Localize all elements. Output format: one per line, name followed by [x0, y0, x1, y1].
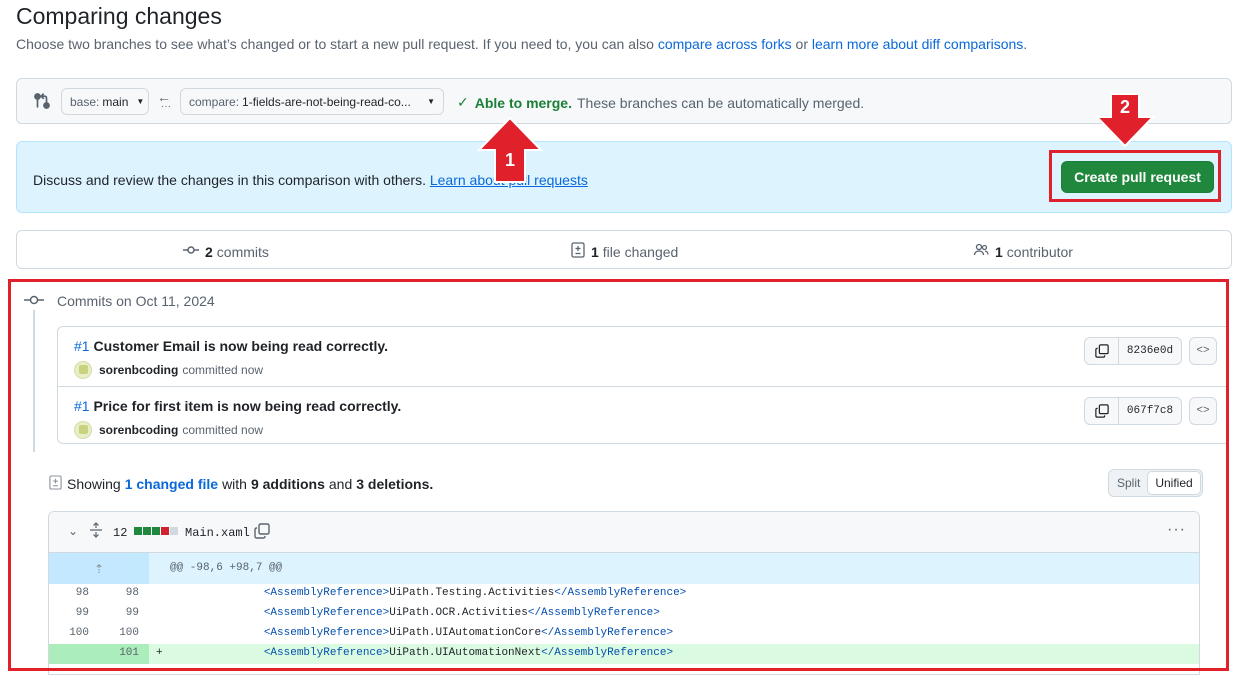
- check-icon: ✓: [457, 94, 469, 110]
- compare-prefix: compare:: [189, 94, 240, 109]
- comparison-summary: 2 commits 1 file changed 1 contributor: [16, 230, 1232, 269]
- ellipsis-icon: ···: [161, 101, 171, 112]
- files-count: 1: [591, 243, 599, 260]
- compare-branch-select[interactable]: compare: 1-fields-are-not-being-read-co..…: [180, 88, 444, 115]
- merge-status: ✓ Able to merge. These branches can be a…: [457, 94, 864, 111]
- annotation-label-1: 1: [505, 150, 515, 170]
- subtitle-or: or: [791, 36, 812, 52]
- contributors-label: contributor: [1006, 243, 1073, 260]
- people-icon: [973, 242, 989, 261]
- page-title: Comparing changes: [16, 3, 222, 29]
- range-editor: base: main ▼ ← ··· compare: 1-fields-are-no…: [16, 78, 1232, 124]
- annotation-box-commits: [8, 279, 1229, 671]
- merge-ok-text: Able to merge.: [474, 94, 572, 111]
- file-diff-icon: [571, 242, 585, 261]
- merge-status-text: These branches can be automatically merg…: [576, 94, 865, 111]
- commits-tab[interactable]: 2 commits: [183, 242, 269, 261]
- compare-value: 1-fields-are-not-being-read-co...: [242, 94, 411, 109]
- contributors-count: 1: [995, 243, 1003, 260]
- annotation-arrow-up-1: 1: [477, 116, 543, 183]
- caret-down-icon: ▼: [427, 97, 435, 106]
- subtitle-text: Choose two branches to see what’s change…: [16, 36, 658, 52]
- caret-down-icon: ▼: [136, 97, 145, 106]
- page-subtitle: Choose two branches to see what’s change…: [16, 36, 1027, 52]
- annotation-label-2: 2: [1120, 97, 1130, 117]
- banner-text: Discuss and review the changes in this c…: [33, 172, 430, 188]
- base-prefix: base:: [70, 94, 100, 109]
- base-value: main: [102, 94, 129, 109]
- git-compare-icon[interactable]: [33, 92, 51, 110]
- subtitle-period: .: [1023, 36, 1028, 52]
- files-label: file changed: [602, 243, 679, 260]
- annotation-arrow-down-2: 2: [1095, 93, 1155, 148]
- commits-count: 2: [205, 243, 213, 260]
- commit-icon: [183, 242, 199, 261]
- learn-diff-link[interactable]: learn more about diff comparisons: [812, 36, 1023, 52]
- contributors-tab[interactable]: 1 contributor: [973, 242, 1073, 261]
- base-branch-select[interactable]: base: main ▼: [61, 88, 149, 115]
- commits-label: commits: [216, 243, 269, 260]
- files-changed-tab[interactable]: 1 file changed: [571, 242, 678, 261]
- annotation-box-create-button: [1049, 150, 1221, 202]
- compare-forks-link[interactable]: compare across forks: [658, 36, 792, 52]
